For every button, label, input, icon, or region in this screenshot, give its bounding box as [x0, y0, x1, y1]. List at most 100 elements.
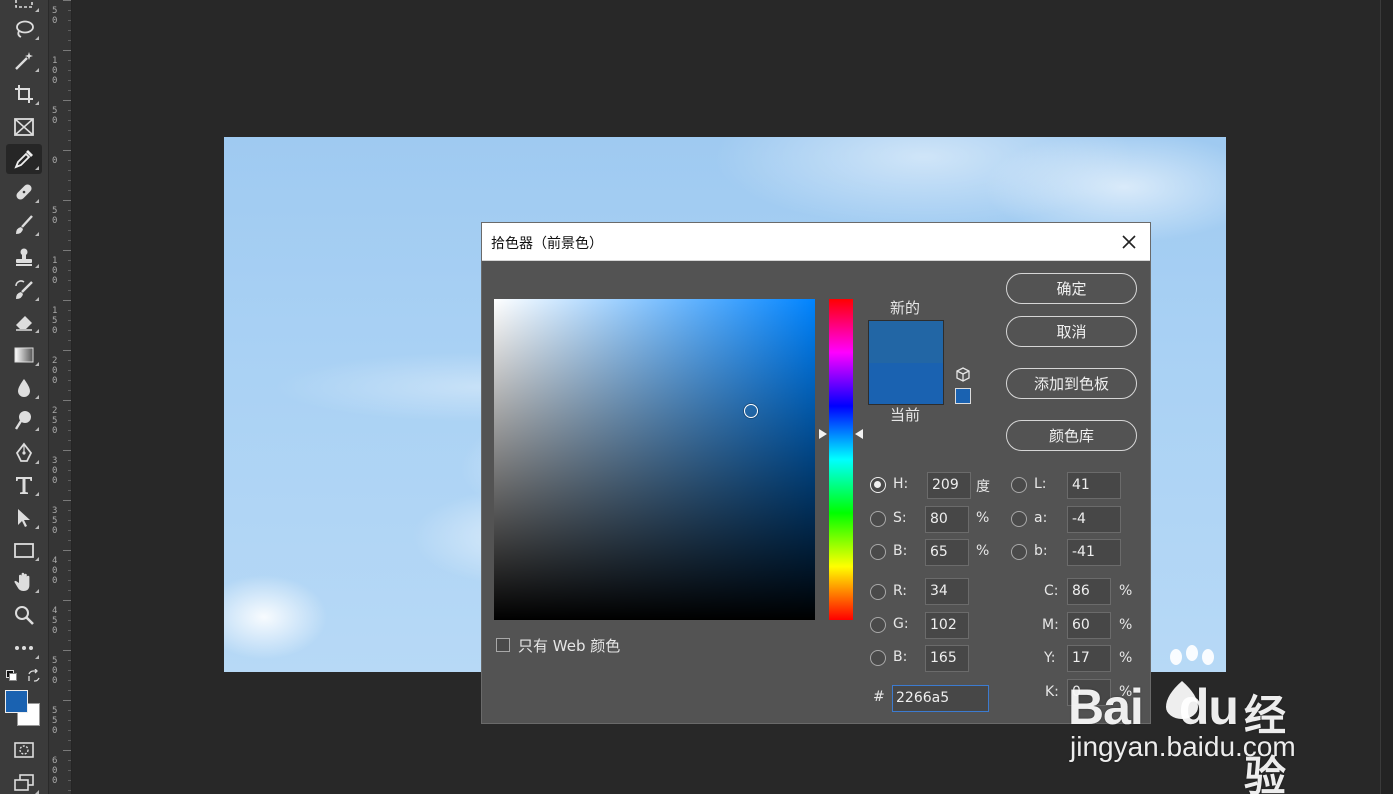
saturation-input[interactable]: 80: [925, 506, 969, 533]
a-channel-input[interactable]: -4: [1067, 506, 1121, 533]
ruler-minor-tick: [68, 410, 71, 411]
type-tool[interactable]: [6, 470, 42, 500]
ruler-minor-tick: [68, 490, 71, 491]
add-to-swatches-button[interactable]: 添加到色板: [1006, 368, 1137, 399]
lightness-radio[interactable]: [1011, 477, 1027, 493]
eyedropper-tool[interactable]: [6, 144, 42, 174]
red-radio[interactable]: [870, 584, 886, 600]
brightness-radio[interactable]: [870, 544, 886, 560]
hue-radio[interactable]: [870, 477, 886, 493]
clone-stamp-tool[interactable]: [6, 242, 42, 272]
edit-toolbar-button[interactable]: [6, 633, 42, 663]
dodge-tool[interactable]: [6, 405, 42, 435]
hue-unit: 度: [976, 479, 990, 495]
gradient-tool[interactable]: [6, 340, 42, 370]
web-safe-color-swatch[interactable]: [955, 388, 971, 404]
ruler-minor-tick: [68, 20, 71, 21]
lasso-tool[interactable]: [6, 14, 42, 44]
color-field-cursor[interactable]: [743, 404, 758, 419]
ruler-digit: 0: [52, 366, 58, 376]
healing-brush-tool[interactable]: [6, 177, 42, 207]
ruler-digit: 0: [52, 76, 58, 86]
green-input[interactable]: 102: [925, 612, 969, 639]
quick-mask-button[interactable]: [6, 735, 42, 765]
eraser-tool[interactable]: [6, 307, 42, 337]
hue-input[interactable]: 209: [927, 472, 971, 499]
vertical-scrollbar[interactable]: [1380, 0, 1393, 794]
saturation-brightness-field[interactable]: [494, 299, 815, 620]
blue-input[interactable]: 165: [925, 645, 969, 672]
history-brush-icon: [15, 280, 33, 299]
yellow-input[interactable]: 17: [1067, 645, 1111, 672]
brightness-unit: %: [976, 543, 990, 559]
ruler-digit: 5: [52, 516, 58, 526]
a-channel-radio[interactable]: [1011, 511, 1027, 527]
foreground-color-swatch[interactable]: [5, 690, 28, 713]
blue-radio[interactable]: [870, 650, 886, 666]
ok-button[interactable]: 确定: [1006, 273, 1137, 304]
ruler-minor-tick: [68, 680, 71, 681]
ruler-minor-tick: [68, 620, 71, 621]
screen-mode-button[interactable]: [6, 768, 42, 794]
ruler-minor-tick: [68, 240, 71, 241]
current-color-swatch[interactable]: [869, 363, 943, 404]
ruler-digit: 0: [52, 726, 58, 736]
paw-pad-icon: [1166, 681, 1198, 719]
blue-label: B:: [893, 649, 908, 665]
ruler-minor-tick: [68, 480, 71, 481]
b-channel-input[interactable]: -41: [1067, 539, 1121, 566]
brush-tool[interactable]: [6, 210, 42, 240]
hue-slider[interactable]: [829, 299, 853, 620]
swap-colors-icon[interactable]: [27, 668, 41, 682]
blur-tool[interactable]: [6, 373, 42, 403]
hue-slider-right-handle[interactable]: [855, 428, 863, 439]
magic-wand-tool[interactable]: [6, 46, 42, 76]
red-input[interactable]: 34: [925, 578, 969, 605]
cancel-button[interactable]: 取消: [1006, 316, 1137, 347]
ruler-digit: 1: [52, 306, 58, 316]
black-input[interactable]: 0: [1067, 679, 1111, 706]
hand-tool[interactable]: [6, 567, 42, 597]
ruler-minor-tick: [68, 270, 71, 271]
frame-tool[interactable]: [6, 112, 42, 142]
ruler-minor-tick: [68, 120, 71, 121]
ruler-digit: 0: [52, 276, 58, 286]
magenta-input[interactable]: 60: [1067, 612, 1111, 639]
color-libraries-button[interactable]: 颜色库: [1006, 420, 1137, 451]
crop-tool[interactable]: [6, 79, 42, 109]
ruler-minor-tick: [68, 230, 71, 231]
default-colors-icon[interactable]: [6, 670, 18, 682]
hex-input[interactable]: 2266a5: [892, 685, 989, 712]
ruler-minor-tick: [68, 630, 71, 631]
zoom-tool[interactable]: [6, 600, 42, 630]
web-colors-only-checkbox[interactable]: [496, 638, 510, 652]
b-channel-label: b:: [1034, 543, 1048, 559]
saturation-unit: %: [976, 510, 990, 526]
ruler-minor-tick: [68, 390, 71, 391]
stamp-icon: [16, 248, 32, 266]
magnifier-icon: [15, 606, 34, 625]
history-brush-tool[interactable]: [6, 275, 42, 305]
hue-slider-left-handle[interactable]: [819, 428, 827, 439]
b-channel-radio[interactable]: [1011, 544, 1027, 560]
ruler-digit: 0: [52, 466, 58, 476]
lightness-input[interactable]: 41: [1067, 472, 1121, 499]
ruler-digit: 0: [52, 526, 58, 536]
pen-tool[interactable]: [6, 438, 42, 468]
green-radio[interactable]: [870, 617, 886, 633]
ruler-minor-tick: [68, 530, 71, 531]
ruler-minor-tick: [68, 10, 71, 11]
saturation-radio[interactable]: [870, 511, 886, 527]
ruler-minor-tick: [68, 670, 71, 671]
ruler-digit: 4: [52, 606, 58, 616]
ruler-digit: 6: [52, 756, 58, 766]
dialog-titlebar[interactable]: 拾色器（前景色）: [482, 223, 1150, 261]
ruler-digit: 0: [52, 16, 58, 26]
cube-icon[interactable]: [955, 367, 971, 383]
ruler-digit: 0: [52, 426, 58, 436]
close-button[interactable]: [1116, 230, 1142, 254]
cyan-input[interactable]: 86: [1067, 578, 1111, 605]
brightness-input[interactable]: 65: [925, 539, 969, 566]
rectangle-tool[interactable]: [6, 535, 42, 565]
path-selection-tool[interactable]: [6, 503, 42, 533]
